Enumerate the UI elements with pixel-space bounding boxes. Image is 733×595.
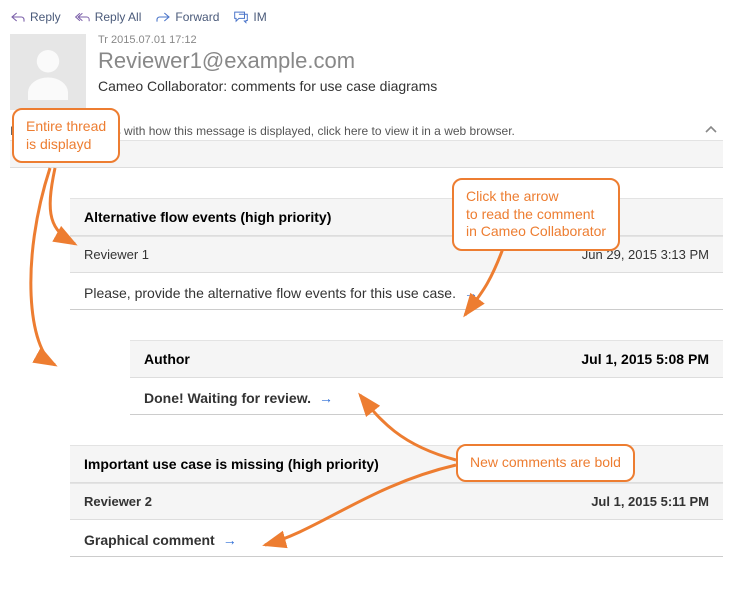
comment-header: Reviewer 1 Jun 29, 2015 3:13 PM: [70, 236, 723, 273]
callout-click-arrow: Click the arrow to read the comment in C…: [452, 178, 620, 251]
im-label: IM: [253, 10, 266, 24]
avatar: [10, 34, 86, 110]
collapse-icon[interactable]: [705, 124, 723, 138]
comment-body: Graphical comment →: [70, 520, 723, 557]
open-comment-arrow-icon[interactable]: →: [223, 532, 237, 548]
received-timestamp: Tr 2015.07.01 17:12: [98, 34, 723, 46]
comment-header: Reviewer 2 Jul 1, 2015 5:11 PM: [70, 483, 723, 520]
comment-text: Please, provide the alternative flow eve…: [84, 285, 456, 301]
thread-title: Alternative flow events (high priority): [70, 198, 723, 236]
message-toolbar: Reply Reply All Forward IM: [10, 8, 723, 30]
comment-body: Done! Waiting for review. →: [130, 378, 723, 415]
comment-author: Author: [144, 351, 190, 367]
forward-icon: [155, 10, 171, 24]
comment-text: Done! Waiting for review.: [144, 390, 311, 406]
reply-all-label: Reply All: [95, 10, 142, 24]
callout-new-comments-bold: New comments are bold: [456, 444, 635, 482]
forward-label: Forward: [175, 10, 219, 24]
reply-all-icon: [75, 10, 91, 24]
reply-all-button[interactable]: Reply All: [75, 10, 142, 24]
open-comment-arrow-icon[interactable]: →: [464, 285, 478, 301]
comment-date: Jul 1, 2015 5:11 PM: [591, 494, 709, 509]
comment-author: Reviewer 2: [84, 494, 152, 509]
forward-button[interactable]: Forward: [155, 10, 219, 24]
reply-label: Reply: [30, 10, 61, 24]
callout-thread-displayed: Entire thread is displayd: [12, 108, 120, 163]
im-button[interactable]: IM: [233, 10, 266, 24]
thread: Alternative flow events (high priority) …: [70, 198, 723, 310]
from-address: Reviewer1@example.com: [98, 48, 723, 74]
reply-icon: [10, 10, 26, 24]
comment-body: Please, provide the alternative flow eve…: [70, 273, 723, 310]
comment-text: Graphical comment: [84, 532, 215, 548]
thread-reply: Author Jul 1, 2015 5:08 PM Done! Waiting…: [130, 340, 723, 415]
message-header: Tr 2015.07.01 17:12 Reviewer1@example.co…: [10, 30, 723, 110]
im-icon: [233, 10, 249, 24]
comment-header: Author Jul 1, 2015 5:08 PM: [130, 340, 723, 378]
open-comment-arrow-icon[interactable]: →: [319, 390, 333, 406]
reply-button[interactable]: Reply: [10, 10, 61, 24]
comment-author: Reviewer 1: [84, 247, 149, 262]
comment-date: Jul 1, 2015 5:08 PM: [581, 351, 709, 367]
subject: Cameo Collaborator: comments for use cas…: [98, 78, 723, 94]
